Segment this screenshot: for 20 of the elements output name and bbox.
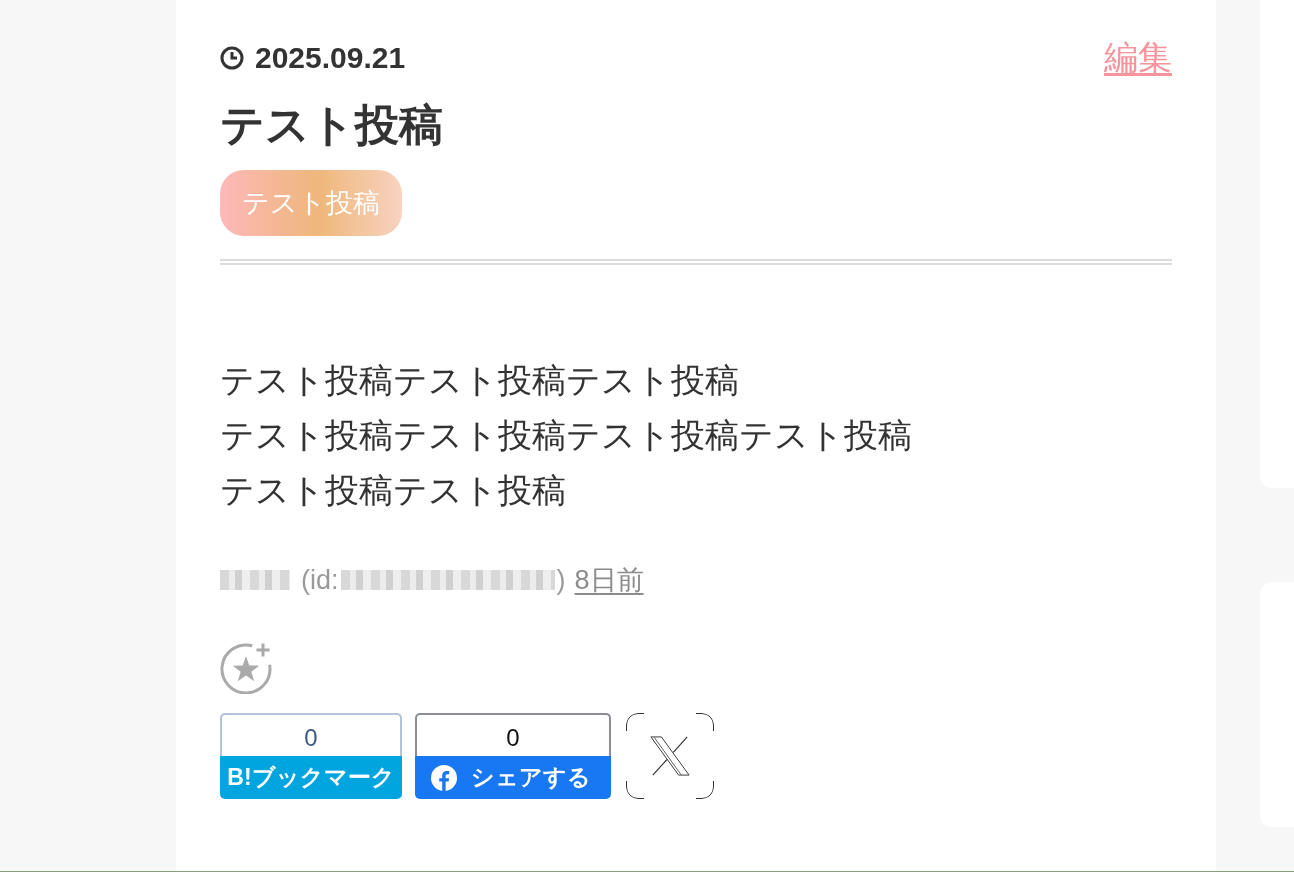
add-star-icon: [220, 642, 272, 694]
id-prefix: (id:: [301, 564, 339, 596]
body-text-line: テスト投稿テスト投稿: [220, 470, 567, 511]
add-star-button[interactable]: [220, 642, 272, 694]
body-text-line: テスト投稿テスト投稿テスト投稿: [220, 360, 740, 401]
body-text-line: テスト投稿テスト投稿テスト投稿テスト投稿: [220, 415, 913, 456]
share-button[interactable]: シェアする: [415, 756, 611, 799]
post-date: 2025.09.21: [255, 43, 406, 73]
bookmark-button[interactable]: B!ブックマーク: [220, 756, 402, 799]
facebook-icon: [431, 764, 457, 791]
post-age-link[interactable]: 8日前: [574, 562, 644, 598]
category-tag[interactable]: テスト投稿: [220, 170, 402, 236]
id-suffix: ): [556, 564, 566, 596]
x-logo-icon: [649, 735, 691, 777]
share-count: 0: [220, 713, 402, 756]
blurred-username: [220, 570, 290, 590]
post-title: テスト投稿: [220, 99, 444, 151]
clock-icon: [220, 46, 244, 70]
share-count: 0: [415, 713, 611, 756]
edit-link[interactable]: 編集: [1104, 38, 1172, 78]
